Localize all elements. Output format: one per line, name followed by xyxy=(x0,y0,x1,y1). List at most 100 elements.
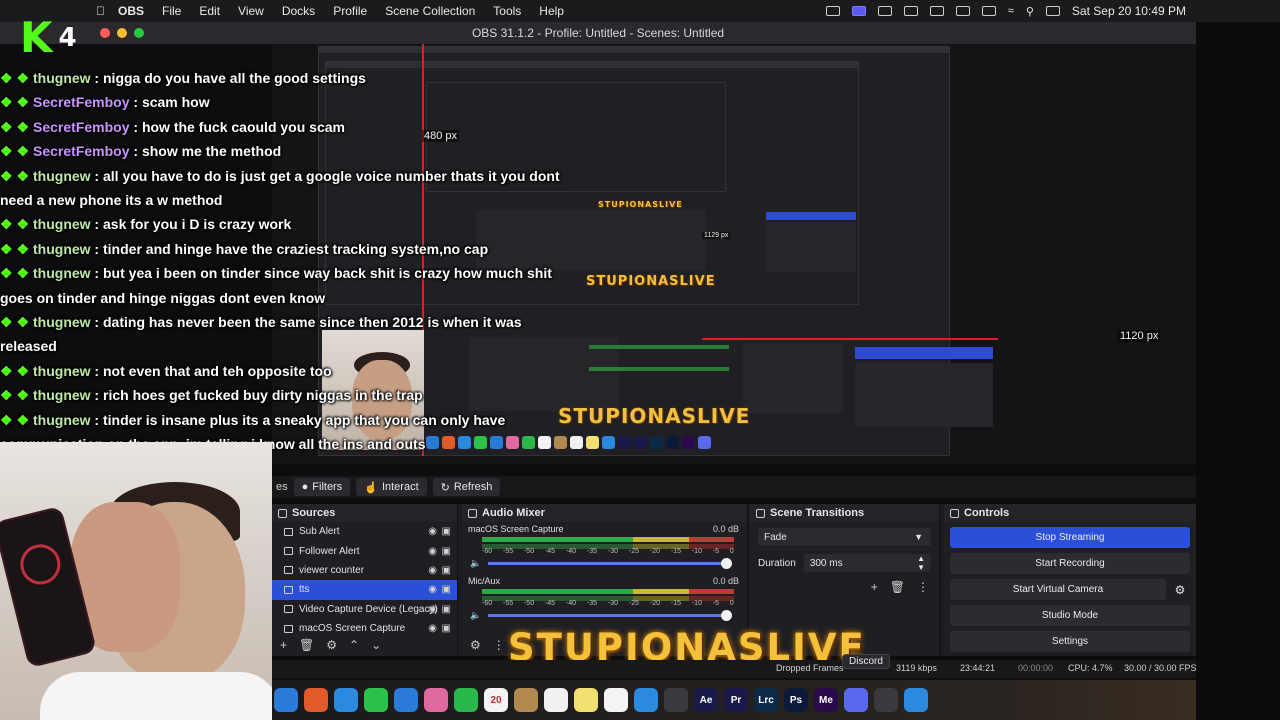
control-center-icon[interactable] xyxy=(1045,6,1060,16)
chat-username: thugnew xyxy=(33,216,91,233)
menubar-clock[interactable]: Sat Sep 20 10:49 PM xyxy=(1072,4,1186,18)
remove-source-icon[interactable]: 🗑 xyxy=(299,638,314,652)
mixer-menu-icon[interactable]: ⋮ xyxy=(493,638,505,652)
menu-view[interactable]: View xyxy=(238,4,264,18)
zoom-window-icon[interactable] xyxy=(134,28,144,38)
menu-help[interactable]: Help xyxy=(539,4,564,18)
dock-app-icon[interactable] xyxy=(874,688,898,712)
interact-button[interactable]: ☝ Interact xyxy=(356,478,427,496)
dock-app-icon[interactable]: 20 xyxy=(484,688,508,712)
source-item[interactable]: viewer counter ◉ ▣ xyxy=(272,561,457,580)
dock-app-icon[interactable] xyxy=(574,688,598,712)
lock-icon[interactable]: ▣ xyxy=(442,526,451,537)
obs-status-icon[interactable] xyxy=(825,6,840,16)
menu-profile[interactable]: Profile xyxy=(333,4,367,18)
studio-mode-button[interactable]: Studio Mode xyxy=(950,605,1190,626)
transition-select[interactable]: Fade ▼ xyxy=(758,528,931,546)
transition-menu-icon[interactable]: ⋮ xyxy=(917,580,929,594)
bluetooth-icon[interactable] xyxy=(903,6,918,16)
menu-scene-collection[interactable]: Scene Collection xyxy=(385,4,475,18)
search-icon[interactable]: ⚲ xyxy=(1026,5,1034,18)
mixer-settings-icon[interactable]: ⚙ xyxy=(470,638,481,652)
menu-file[interactable]: File xyxy=(162,4,181,18)
chat-username: SecretFemboy xyxy=(33,118,130,135)
visibility-eye-icon[interactable]: ◉ xyxy=(428,565,437,576)
volume-knob[interactable] xyxy=(721,558,732,569)
dock-app-icon[interactable]: Me xyxy=(814,688,838,712)
source-item[interactable]: tts ◉ ▣ xyxy=(272,580,457,600)
filters-button[interactable]: ● Filters xyxy=(293,478,351,496)
lock-icon[interactable]: ▣ xyxy=(442,584,451,595)
dock-app-icon[interactable] xyxy=(514,688,538,712)
dock-app-icon[interactable]: Lrc xyxy=(754,688,778,712)
dock-app-icon[interactable] xyxy=(424,688,448,712)
lock-icon[interactable]: ▣ xyxy=(442,546,451,557)
window-title: OBS 31.1.2 - Profile: Untitled - Scenes:… xyxy=(471,26,725,40)
menu-tools[interactable]: Tools xyxy=(493,4,521,18)
dock-app-icon[interactable] xyxy=(844,688,868,712)
dock-app-icon[interactable] xyxy=(904,688,928,712)
display-icon[interactable] xyxy=(929,6,944,16)
remove-transition-icon[interactable]: 🗑 xyxy=(890,580,905,594)
dock-app-icon[interactable] xyxy=(364,688,388,712)
stop-streaming-button[interactable]: Stop Streaming xyxy=(950,527,1190,548)
visibility-eye-icon[interactable]: ◉ xyxy=(428,526,437,537)
dock-app-icon[interactable] xyxy=(334,688,358,712)
add-transition-icon[interactable]: + xyxy=(871,580,878,594)
chat-overlay: ❖ ❖ thugnew : nigga do you have all the g… xyxy=(0,66,560,452)
volume-slider[interactable] xyxy=(488,558,732,569)
start-recording-button[interactable]: Start Recording xyxy=(950,553,1190,574)
dock-app-icon[interactable]: Ps xyxy=(784,688,808,712)
source-properties-icon[interactable]: ⚙ xyxy=(326,638,337,652)
wifi-icon[interactable]: ≈ xyxy=(1008,5,1014,17)
dock-app-icon[interactable]: Ae xyxy=(694,688,718,712)
dock-app-icon[interactable] xyxy=(454,688,478,712)
chat-text: tinder and hinge have the craziest track… xyxy=(103,240,489,257)
dock-app-icon[interactable] xyxy=(634,688,658,712)
visibility-eye-icon[interactable]: ◉ xyxy=(428,584,437,595)
dock-app-icon[interactable] xyxy=(664,688,688,712)
visibility-eye-icon[interactable]: ◉ xyxy=(428,623,437,634)
guide-line-horizontal xyxy=(702,338,998,340)
menu-docks[interactable]: Docks xyxy=(282,4,315,18)
close-window-icon[interactable] xyxy=(100,28,110,38)
speaker-icon[interactable]: 🔈 xyxy=(470,558,481,569)
volume-slider[interactable] xyxy=(488,610,732,621)
settings-button[interactable]: Settings xyxy=(950,631,1190,652)
virtual-camera-settings-icon[interactable]: ⚙ xyxy=(1170,579,1190,600)
dock-app-icon[interactable] xyxy=(274,688,298,712)
toolbar-partial-label: es xyxy=(276,481,288,493)
add-source-icon[interactable]: + xyxy=(280,638,287,652)
lock-icon[interactable]: ▣ xyxy=(442,565,451,576)
source-item[interactable]: macOS Screen Capture ◉ ▣ xyxy=(272,619,457,638)
volume-knob[interactable] xyxy=(721,610,732,621)
visibility-eye-icon[interactable]: ◉ xyxy=(428,604,437,615)
lock-icon[interactable]: ▣ xyxy=(442,623,451,634)
screen-share-icon[interactable] xyxy=(851,6,866,16)
lock-icon[interactable]: ▣ xyxy=(442,604,451,615)
dock-app-icon[interactable] xyxy=(604,688,628,712)
source-item[interactable]: Sub Alert ◉ ▣ xyxy=(272,522,457,541)
start-virtual-camera-button[interactable]: Start Virtual Camera xyxy=(950,579,1166,600)
apple-icon[interactable]:  xyxy=(96,4,106,18)
chat-separator: : xyxy=(90,387,103,404)
dock-app-icon[interactable] xyxy=(544,688,568,712)
visibility-eye-icon[interactable]: ◉ xyxy=(428,546,437,557)
dock-app-icon[interactable] xyxy=(304,688,328,712)
speaker-icon[interactable]: 🔈 xyxy=(470,610,481,621)
dock-app-icon[interactable]: Pr xyxy=(724,688,748,712)
source-item[interactable]: Video Capture Device (Legacy) ◉ ▣ xyxy=(272,600,457,619)
gear-icon[interactable] xyxy=(877,6,892,16)
source-item[interactable]: Follower Alert ◉ ▣ xyxy=(272,541,457,560)
menu-edit[interactable]: Edit xyxy=(199,4,220,18)
minimize-window-icon[interactable] xyxy=(117,28,127,38)
play-icon[interactable] xyxy=(955,6,970,16)
dock-app-icon[interactable] xyxy=(394,688,418,712)
move-up-icon[interactable]: ⌃ xyxy=(349,638,359,652)
duration-input[interactable]: 300 ms ▲ ▼ xyxy=(803,554,931,572)
battery-icon[interactable] xyxy=(981,6,996,16)
menu-app-name[interactable]: OBS xyxy=(118,4,144,18)
move-down-icon[interactable]: ⌄ xyxy=(371,638,381,652)
refresh-button[interactable]: ↻ Refresh xyxy=(432,478,501,496)
stepper-icon[interactable]: ▲ ▼ xyxy=(917,554,925,572)
